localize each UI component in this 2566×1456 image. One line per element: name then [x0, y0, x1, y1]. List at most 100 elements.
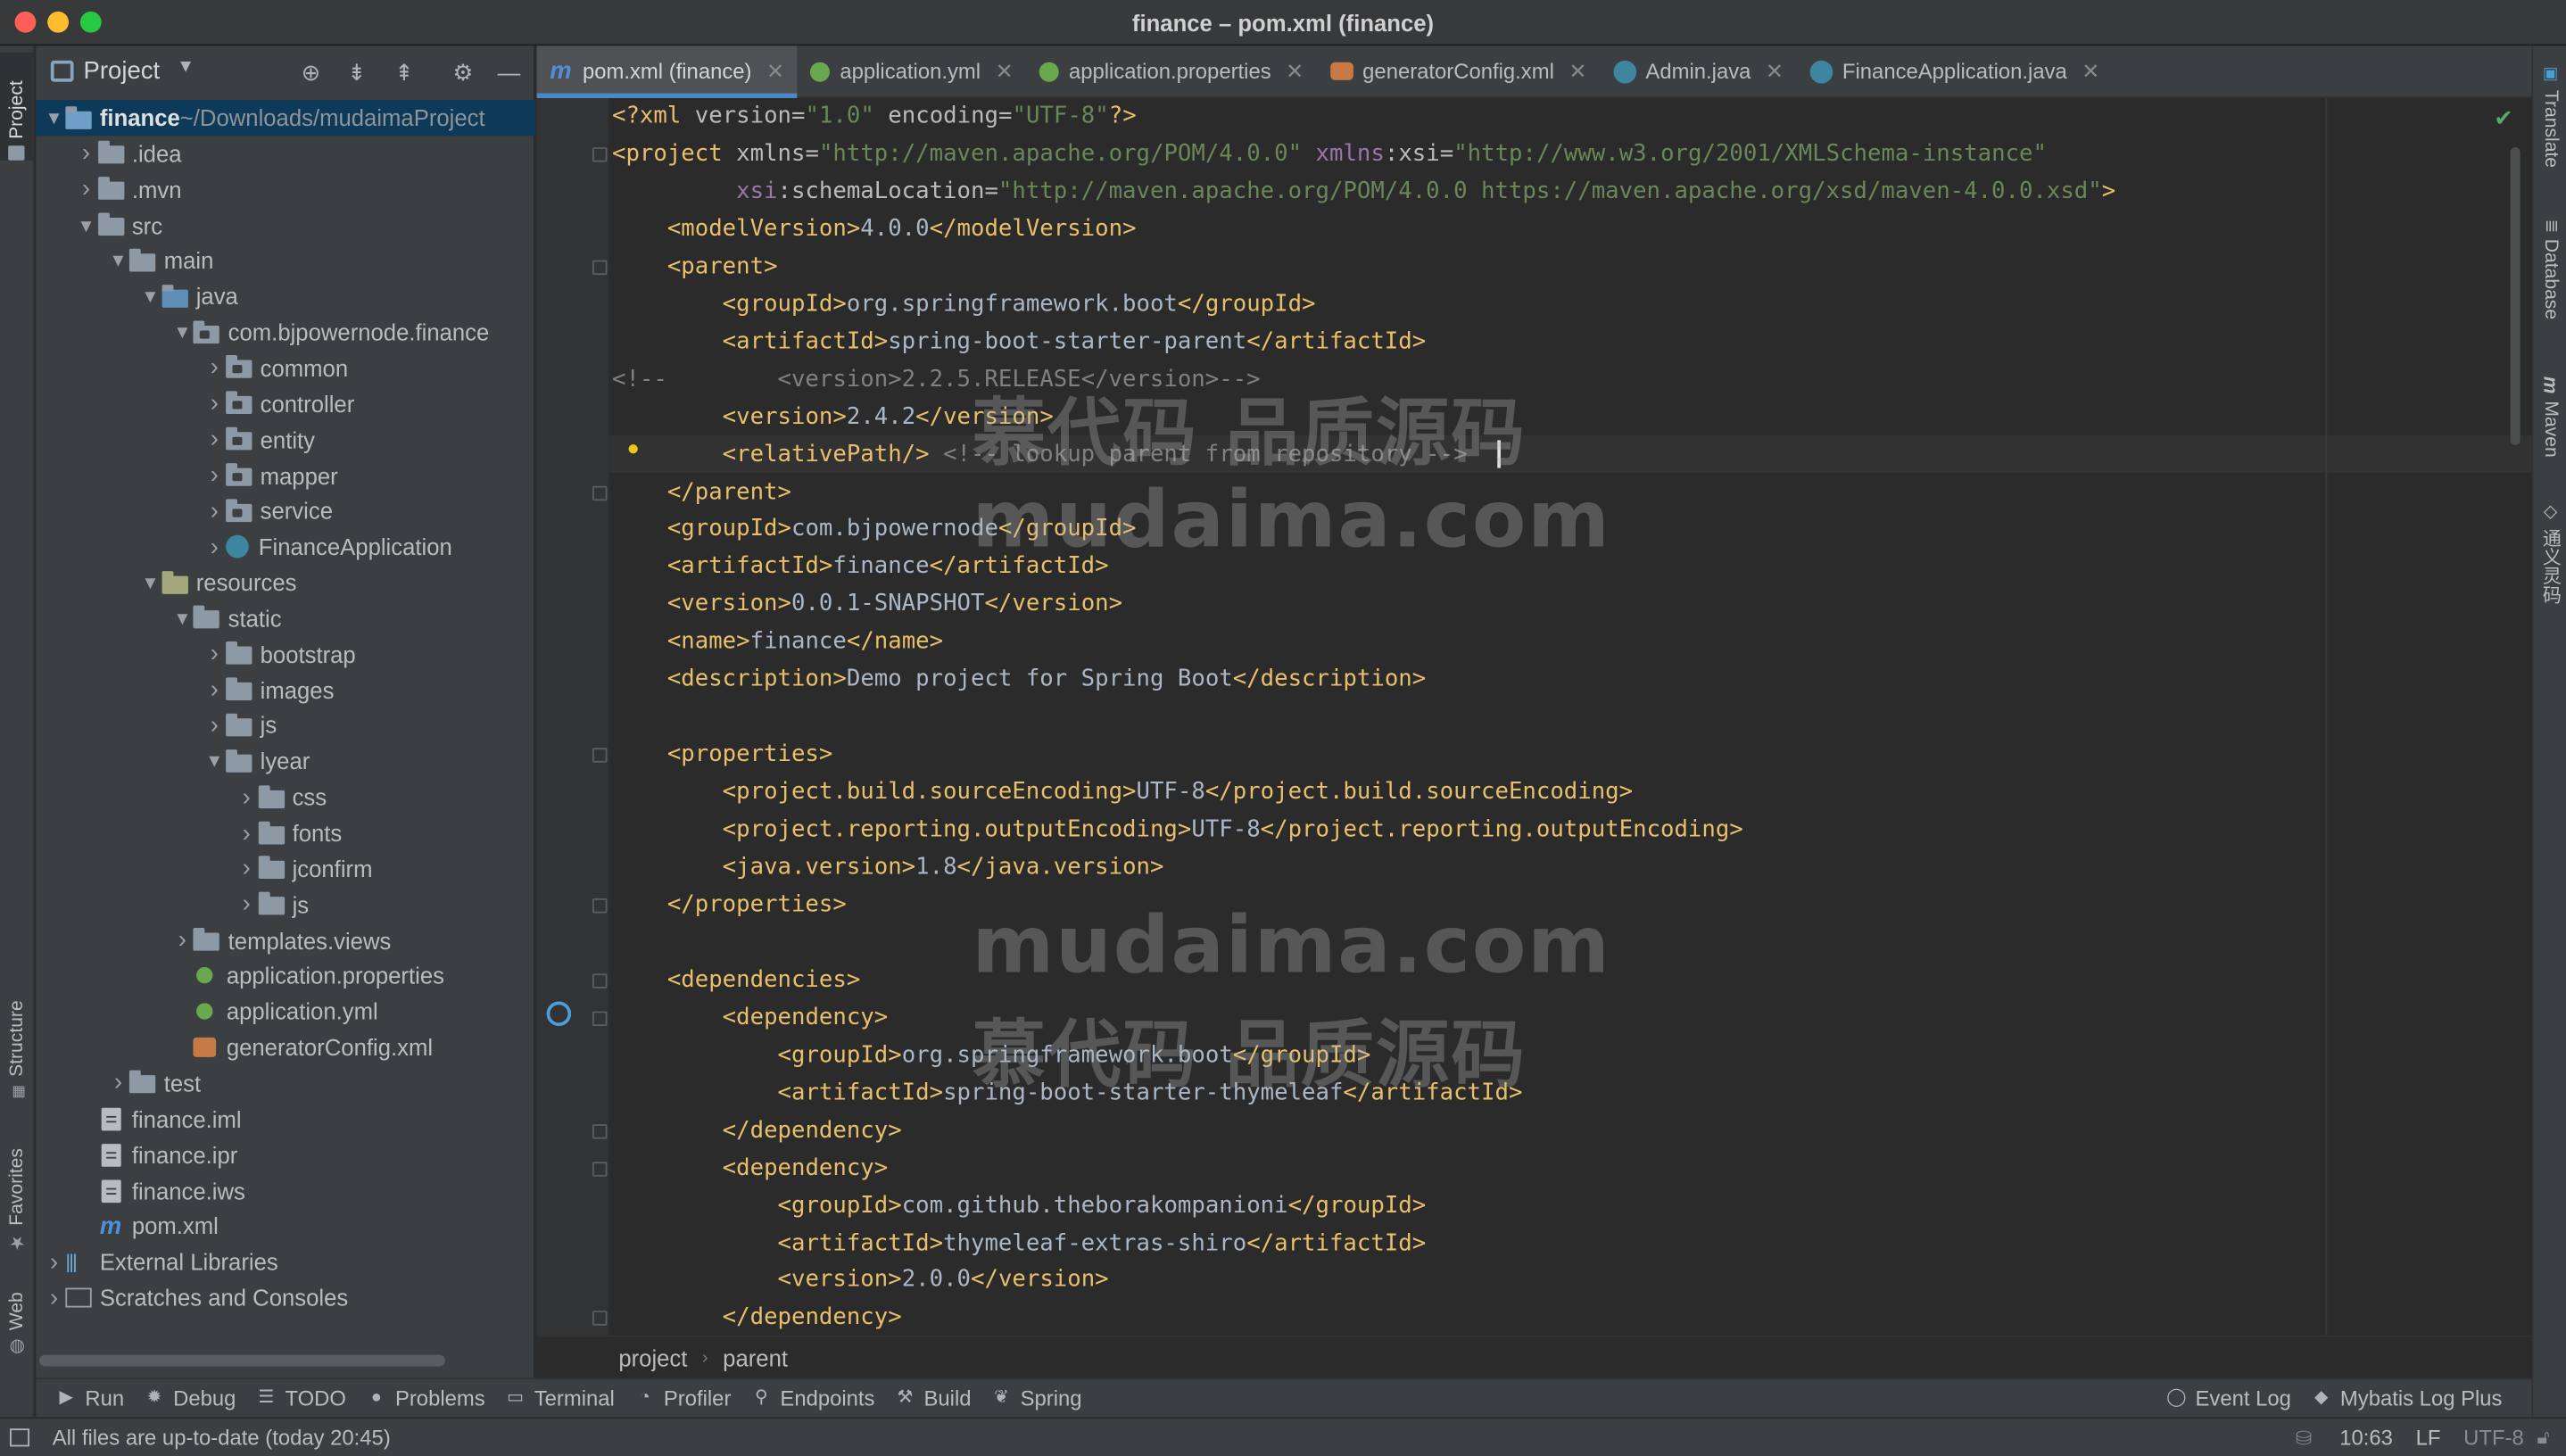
- chevron-right-icon[interactable]: ›: [235, 819, 258, 847]
- fold-marker-icon[interactable]: [592, 898, 608, 914]
- code-line[interactable]: <java.version>1.8</java.version>: [612, 849, 1164, 887]
- tree-item[interactable]: finance.iml: [36, 1101, 534, 1137]
- chevron-right-icon[interactable]: ›: [203, 712, 226, 740]
- code-line[interactable]: </parent>: [612, 474, 791, 511]
- web-tool-tab[interactable]: ◍ Web: [0, 1283, 35, 1358]
- fold-marker-icon[interactable]: [592, 146, 608, 162]
- tool-button-run[interactable]: ▶ Run: [55, 1386, 125, 1411]
- tree-item[interactable]: finance.iws: [36, 1172, 534, 1208]
- tree-item[interactable]: › controller: [36, 385, 534, 421]
- code-line[interactable]: <artifactId>thymeleaf-extras-shiro</arti…: [612, 1225, 1427, 1262]
- tree-item[interactable]: › service: [36, 493, 534, 529]
- tree-item[interactable]: › images: [36, 672, 534, 707]
- database-tool-tab[interactable]: ≣ Database: [2533, 219, 2566, 347]
- project-tool-tab[interactable]: Project: [0, 52, 35, 161]
- tool-button-terminal[interactable]: ▭ Terminal: [505, 1386, 615, 1411]
- code-line[interactable]: </dependency>: [612, 1113, 902, 1150]
- tree-item[interactable]: › .idea: [36, 136, 534, 171]
- tool-button-profiler[interactable]: ◔ Profiler: [634, 1386, 732, 1411]
- chevron-down-icon[interactable]: ▾: [43, 104, 66, 130]
- gear-icon[interactable]: ⚙: [450, 59, 476, 85]
- tree-item[interactable]: › jconfirm: [36, 850, 534, 886]
- structure-tool-tab[interactable]: ▦ Structure: [0, 975, 35, 1099]
- breadcrumb-item[interactable]: parent: [723, 1345, 788, 1371]
- chevron-down-icon[interactable]: ▾: [170, 319, 194, 345]
- chevron-right-icon[interactable]: ›: [43, 1284, 66, 1311]
- editor-tab[interactable]: m pom.xml (finance) ✕: [536, 46, 799, 99]
- chevron-right-icon[interactable]: ›: [235, 855, 258, 882]
- tree-item[interactable]: › templates.views: [36, 922, 534, 958]
- tree-item[interactable]: ▾ com.bjpowernode.finance: [36, 314, 534, 350]
- fold-marker-icon[interactable]: [592, 484, 608, 500]
- tree-item[interactable]: › js: [36, 887, 534, 922]
- tree-item[interactable]: › FinanceApplication: [36, 529, 534, 565]
- editor-tab[interactable]: Admin.java ✕: [1600, 46, 1797, 96]
- editor-scrollbar[interactable]: [2510, 147, 2520, 445]
- code-line[interactable]: <dependencies>: [612, 962, 860, 999]
- chevron-right-icon[interactable]: ›: [235, 890, 258, 918]
- code-line[interactable]: <modelVersion>4.0.0</modelVersion>: [612, 211, 1137, 248]
- lock-icon[interactable]: 🔓︎: [2537, 1426, 2549, 1451]
- close-tab-icon[interactable]: ✕: [1569, 58, 1586, 84]
- editor-tab[interactable]: generatorConfig.xml ✕: [1317, 46, 1600, 96]
- file-encoding[interactable]: UTF-8: [2463, 1426, 2524, 1451]
- editor-tab[interactable]: application.yml ✕: [798, 46, 1027, 96]
- code-line[interactable]: <dependency>: [612, 999, 889, 1037]
- git-status-icon[interactable]: ⛁: [2296, 1427, 2319, 1450]
- expand-all-icon[interactable]: ⇟: [344, 59, 369, 85]
- chevron-right-icon[interactable]: ›: [203, 390, 226, 418]
- tool-button-event-log[interactable]: ◯ Event Log: [2165, 1386, 2291, 1411]
- code-line[interactable]: <artifactId>spring-boot-starter-parent</…: [612, 324, 1427, 361]
- maven-tool-tab[interactable]: m Maven: [2533, 376, 2566, 475]
- tree-item[interactable]: › css: [36, 779, 534, 815]
- tool-button-endpoints[interactable]: ⚲ Endpoints: [750, 1386, 875, 1411]
- chevron-down-icon[interactable]: ▼: [177, 57, 195, 77]
- tree-item[interactable]: m pom.xml: [36, 1208, 534, 1244]
- close-tab-icon[interactable]: ✕: [996, 58, 1014, 84]
- fold-marker-icon[interactable]: [592, 748, 608, 763]
- tree-item[interactable]: › .mvn: [36, 171, 534, 207]
- locate-file-icon[interactable]: ⊕: [298, 59, 324, 85]
- chevron-down-icon[interactable]: ▾: [170, 605, 194, 631]
- tool-button-todo[interactable]: ☰ TODO: [255, 1386, 346, 1411]
- toggle-tool-windows-icon[interactable]: [10, 1428, 30, 1447]
- close-tab-icon[interactable]: ✕: [1286, 58, 1304, 84]
- tree-item[interactable]: › bootstrap: [36, 636, 534, 672]
- project-view-selector[interactable]: Project: [84, 57, 161, 85]
- lightbulb-icon[interactable]: ●: [626, 435, 646, 460]
- fold-marker-icon[interactable]: [592, 260, 608, 275]
- fold-marker-icon[interactable]: [592, 1123, 608, 1138]
- tree-item[interactable]: › ||| External Libraries: [36, 1244, 534, 1279]
- breadcrumb-item[interactable]: project: [618, 1345, 687, 1371]
- tree-item[interactable]: › mapper: [36, 458, 534, 493]
- chevron-down-icon[interactable]: ▾: [75, 212, 98, 238]
- fold-marker-icon[interactable]: [592, 1161, 608, 1177]
- tree-item[interactable]: › fonts: [36, 815, 534, 850]
- close-tab-icon[interactable]: ✕: [1766, 58, 1784, 84]
- close-tab-icon[interactable]: ✕: [2082, 58, 2099, 84]
- collapse-all-icon[interactable]: ⇞: [391, 59, 417, 85]
- chevron-right-icon[interactable]: ›: [203, 461, 226, 489]
- tree-item[interactable]: ▾ src: [36, 207, 534, 243]
- tool-button-build[interactable]: ⚒ Build: [895, 1386, 971, 1411]
- translate-tool-tab[interactable]: ▣ Translate: [2533, 65, 2566, 199]
- chevron-right-icon[interactable]: ›: [203, 676, 226, 704]
- code-line[interactable]: <project.reporting.outputEncoding>UTF-8<…: [612, 812, 1743, 849]
- code-line[interactable]: xsi:schemaLocation="http://maven.apache.…: [612, 173, 2115, 211]
- tool-button-mybatis-log-plus[interactable]: ◆ Mybatis Log Plus: [2311, 1386, 2502, 1411]
- horizontal-scrollbar[interactable]: [39, 1354, 445, 1367]
- fold-marker-icon[interactable]: [592, 1011, 608, 1026]
- code-line[interactable]: <dependency>: [612, 1150, 889, 1187]
- code-line[interactable]: <groupId>com.github.theborakompanioni</g…: [612, 1187, 1427, 1225]
- tree-item[interactable]: › js: [36, 707, 534, 743]
- chevron-right-icon[interactable]: ›: [235, 783, 258, 811]
- fold-marker-icon[interactable]: [592, 1311, 608, 1327]
- tree-item[interactable]: ▾ lyear: [36, 743, 534, 779]
- code-line[interactable]: <parent>: [612, 248, 778, 285]
- spring-gutter-icon[interactable]: [546, 1001, 572, 1027]
- tree-item[interactable]: › entity: [36, 422, 534, 458]
- chevron-right-icon[interactable]: ›: [203, 533, 226, 560]
- tongyi-tool-tab[interactable]: ◇ 通义灵码: [2533, 500, 2566, 622]
- code-line[interactable]: </dependency>: [612, 1300, 902, 1337]
- tool-button-problems[interactable]: ● Problems: [366, 1386, 485, 1411]
